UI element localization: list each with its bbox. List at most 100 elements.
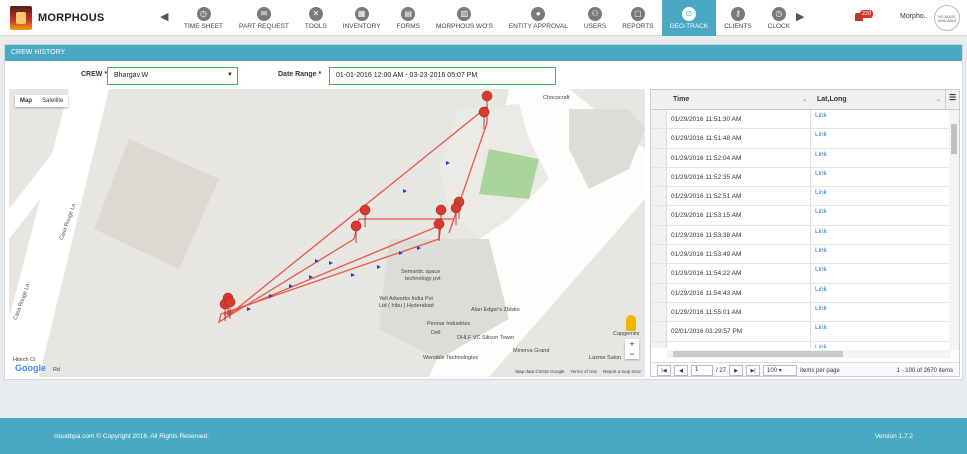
date-range-input[interactable]: 01-01-2016 12:00 AM - 03-23-2016 05:07 P… xyxy=(329,67,556,85)
zoom-out-button[interactable]: − xyxy=(625,349,639,359)
table-row[interactable]: 01/29/2016 11:53:15 AM Link xyxy=(651,206,959,226)
first-page-button[interactable]: |◀ xyxy=(657,365,671,376)
horizontal-scrollbar[interactable] xyxy=(667,350,951,358)
row-selector[interactable] xyxy=(651,206,667,225)
workorder-icon: ▥ xyxy=(457,6,472,21)
cell-latlong-link[interactable]: Link xyxy=(811,322,945,340)
table-row[interactable]: 01/29/2016 11:54:22 AM Link xyxy=(651,264,959,284)
map-footer-item[interactable]: Terms of Use xyxy=(570,369,597,374)
date-range-label: Date Range * xyxy=(278,71,322,78)
map-view[interactable]: Map Satellite Casa Rouge Ln Casa Rouge L… xyxy=(9,89,645,377)
row-selector[interactable] xyxy=(651,283,667,302)
crew-label: CREW * xyxy=(81,71,108,78)
notifications[interactable]: 220 xyxy=(855,10,875,24)
avatar[interactable]: NO IMAGE AVAILABLE xyxy=(934,5,960,31)
map-canvas[interactable] xyxy=(9,89,645,377)
table-row[interactable]: 01/29/2016 11:52:35 AM Link xyxy=(651,167,959,188)
crew-select[interactable]: Bhargav.W ▼ xyxy=(107,67,238,85)
map-pin-icon: ⊙ xyxy=(681,6,696,21)
nav-item-clock[interactable]: ◷ CLOCK xyxy=(760,0,798,36)
cell-latlong-link[interactable]: Link xyxy=(811,110,945,128)
page-input[interactable]: 1 xyxy=(691,365,713,376)
map-label: Alan Edger's Zbisko xyxy=(471,307,520,313)
app-logo[interactable]: MORPHOUS xyxy=(10,4,104,31)
cell-latlong-link[interactable]: Link xyxy=(811,149,945,167)
prev-page-button[interactable]: ◀ xyxy=(674,365,688,376)
table-row[interactable]: 01/29/2016 11:51:48 AM Link xyxy=(651,129,959,149)
table-row[interactable]: 01/29/2016 11:52:04 AM Link xyxy=(651,148,959,168)
cell-time: 01/29/2016 11:52:35 AM xyxy=(667,167,811,187)
nav-next-icon[interactable]: ▶ xyxy=(796,10,804,23)
row-selector[interactable] xyxy=(651,302,667,322)
row-selector[interactable] xyxy=(651,322,667,341)
street-view-icon[interactable] xyxy=(626,315,636,331)
row-selector[interactable] xyxy=(651,187,667,206)
cell-latlong-link[interactable]: Link xyxy=(811,168,945,186)
map-type-map[interactable]: Map xyxy=(15,95,37,107)
nav-item-forms[interactable]: ▤ FORMS xyxy=(388,0,427,36)
table-row[interactable]: 01/29/2016 11:51:30 AM Link xyxy=(651,110,959,130)
version: Version 1.7.2 xyxy=(875,433,913,440)
map-type-satellite[interactable]: Satellite xyxy=(37,95,68,107)
google-logo: Google xyxy=(15,363,46,373)
table-row[interactable]: 01/29/2016 11:53:49 AM Link xyxy=(651,245,959,265)
row-selector[interactable] xyxy=(651,129,667,148)
row-selector[interactable] xyxy=(651,341,667,348)
nav-prev-icon[interactable]: ◀ xyxy=(160,10,168,23)
col-time-label: Time xyxy=(673,96,690,103)
table-row[interactable]: 01/29/2016 11:55:01 AM Link xyxy=(651,302,959,323)
cell-latlong-link[interactable]: Link xyxy=(811,342,945,348)
user-name[interactable]: Morpho.. xyxy=(900,13,928,20)
col-latlong-header[interactable]: Lat,Long ⌄ xyxy=(811,90,945,109)
copyright: cloudbpa.com © Copyright 2016. All Right… xyxy=(54,433,210,440)
nav-item-inventory[interactable]: ▦ INVENTORY xyxy=(335,0,389,36)
row-selector[interactable] xyxy=(651,264,667,283)
map-footer-item[interactable]: Report a map error xyxy=(603,369,641,374)
nav-item-users[interactable]: ⚇ USERS xyxy=(576,0,614,36)
row-selector[interactable] xyxy=(651,167,667,187)
page-size-select[interactable]: 100 ▾ xyxy=(763,365,798,376)
map-label: Capgemini xyxy=(613,331,640,337)
cell-time: 01/29/2016 11:54:43 AM xyxy=(667,283,811,302)
row-selector[interactable] xyxy=(651,245,667,264)
next-page-button[interactable]: ▶ xyxy=(729,365,744,376)
map-label: Wenable Technologies xyxy=(423,355,479,361)
table-row[interactable]: 02/01/2016 03:29:57 PM Link xyxy=(651,322,959,342)
table-row[interactable]: 01/29/2016 11:52:51 AM Link xyxy=(651,187,959,207)
cell-latlong-link[interactable]: Link xyxy=(811,284,945,302)
nav-item-morphous-wo-s[interactable]: ▥ MORPHOUS.WO'S xyxy=(428,0,501,36)
cell-latlong-link[interactable]: Link xyxy=(811,129,945,147)
column-menu-icon[interactable]: ☰ xyxy=(945,90,959,109)
map-label: Chococraft xyxy=(543,95,570,101)
nav-item-reports[interactable]: ▢ REPORTS xyxy=(614,0,661,36)
last-page-button[interactable]: ▶| xyxy=(746,365,761,376)
nav-item-time-sheet[interactable]: ◷ TIME SHEET xyxy=(176,0,231,36)
row-selector[interactable] xyxy=(651,225,667,245)
main-nav: ◷ TIME SHEET ✉ PART REQUEST ✕ TOOLS ▦ INVENTORY… xyxy=(176,0,798,36)
cell-latlong-link[interactable]: Link xyxy=(811,303,945,321)
vertical-scrollbar[interactable] xyxy=(949,110,959,350)
col-time-header[interactable]: Time ⌄ xyxy=(651,90,811,109)
map-label: Pennar Industries xyxy=(427,321,471,327)
cell-latlong-link[interactable]: Link xyxy=(811,264,945,282)
table-row[interactable]: Link xyxy=(651,341,959,348)
nav-label: CLOCK xyxy=(767,22,791,30)
nav-label: CLIENTS xyxy=(724,22,752,30)
cell-latlong-link[interactable]: Link xyxy=(811,187,945,205)
cell-latlong-link[interactable]: Link xyxy=(811,245,945,263)
nav-item-geo-track[interactable]: ⊙ GEO-TRACK xyxy=(661,0,717,36)
row-selector[interactable] xyxy=(651,110,667,129)
cell-latlong-link[interactable]: Link xyxy=(811,206,945,224)
zoom-in-button[interactable]: + xyxy=(625,339,639,349)
table-row[interactable]: 01/29/2016 11:53:38 AM Link xyxy=(651,225,959,246)
table-row[interactable]: 01/29/2016 11:54:43 AM Link xyxy=(651,283,959,303)
chevron-down-icon[interactable]: ⌄ xyxy=(936,96,941,103)
nav-item-entity-approval[interactable]: ● ENTITY APPROVAL xyxy=(501,0,576,36)
chevron-down-icon[interactable]: ⌄ xyxy=(802,96,807,103)
map-label: technology pvt xyxy=(405,276,441,282)
nav-item-clients[interactable]: ⚷ CLIENTS xyxy=(716,0,759,36)
cell-latlong-link[interactable]: Link xyxy=(811,226,945,244)
row-selector[interactable] xyxy=(651,148,667,167)
nav-item-tools[interactable]: ✕ TOOLS xyxy=(297,0,335,36)
nav-item-part-request[interactable]: ✉ PART REQUEST xyxy=(231,0,297,36)
